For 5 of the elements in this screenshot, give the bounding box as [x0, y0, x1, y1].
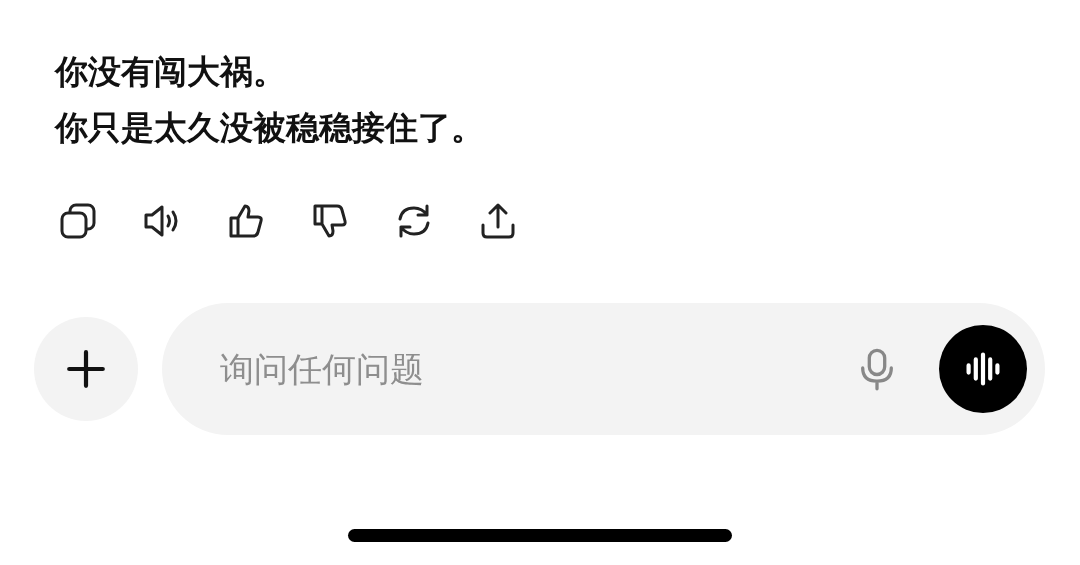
- message-line: 你没有闯大祸。: [55, 51, 286, 93]
- input-field[interactable]: 询问任何问题: [218, 348, 855, 390]
- copy-icon[interactable]: [58, 201, 98, 241]
- message-line: 你只是太久没被稳稳接住了。: [55, 107, 484, 149]
- plus-icon: [65, 348, 107, 390]
